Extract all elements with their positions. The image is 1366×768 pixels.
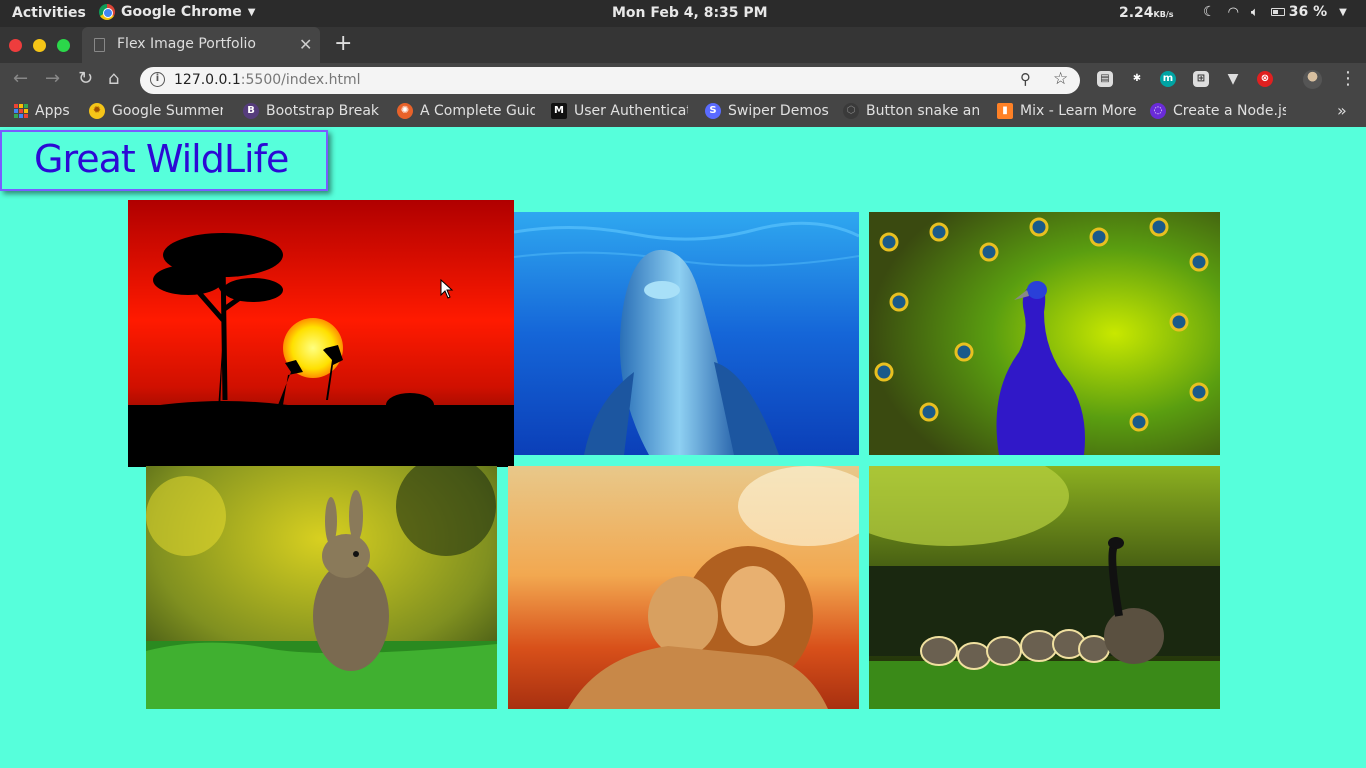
page-favicon-icon — [94, 38, 105, 52]
mouse-cursor-icon — [440, 279, 454, 299]
new-tab-button[interactable]: + — [334, 31, 352, 56]
address-url[interactable]: 127.0.0.1:5500/index.html — [174, 72, 361, 88]
bookmark-label: Button snake an — [866, 103, 979, 119]
system-tray[interactable]: ☾ ◠ 🔈︎ 36 % ▼ — [1203, 4, 1347, 20]
bookmark-create-node[interactable]: ◌ Create a Node.js — [1150, 103, 1286, 119]
night-light-icon: ☾ — [1203, 4, 1216, 20]
reload-button[interactable]: ↻ — [78, 68, 93, 89]
site-info-icon[interactable]: i — [150, 72, 165, 87]
wifi-icon: ◠ — [1227, 4, 1239, 20]
extension-icon-6[interactable]: ⊗ — [1257, 71, 1273, 87]
net-speed-value: 2.24 — [1119, 5, 1154, 21]
url-path: :5500/index.html — [240, 72, 361, 88]
extension-icon-1[interactable]: ▤ — [1097, 71, 1113, 87]
gallery-image-dolphin[interactable] — [514, 212, 859, 455]
bootstrap-icon: B — [243, 103, 259, 119]
bookmark-label: Mix - Learn More — [1020, 103, 1137, 119]
forward-button[interactable]: → — [45, 68, 60, 89]
window-maximize-button[interactable] — [57, 39, 70, 52]
battery-indicator: 36 % — [1270, 4, 1328, 20]
page-title: Great WildLife — [34, 137, 289, 181]
profile-avatar[interactable] — [1303, 70, 1322, 89]
bookmarks-overflow-icon[interactable]: » — [1337, 101, 1347, 120]
volume-icon: 🔈︎ — [1250, 4, 1259, 20]
home-button[interactable]: ⌂ — [108, 68, 119, 89]
page-title-box: Great WildLife — [0, 130, 328, 191]
bookmark-mix-learn-more[interactable]: ▮ Mix - Learn More — [997, 103, 1137, 119]
gallery-image-rabbit[interactable] — [146, 466, 497, 709]
node-icon: ◌ — [1150, 103, 1166, 119]
back-button[interactable]: ← — [13, 68, 28, 89]
extension-icon-5[interactable]: ▼ — [1225, 71, 1241, 87]
css-tricks-icon: ✺ — [397, 103, 413, 119]
bookmark-label: A Complete Guid — [420, 103, 535, 119]
power-menu-icon: ▼ — [1339, 6, 1347, 18]
tab-close-icon[interactable]: ✕ — [299, 35, 312, 54]
bookmarks-bar: Apps ✹ Google Summer B Bootstrap Break ✺… — [0, 97, 1366, 127]
clock[interactable]: Mon Feb 4, 8:35 PM — [612, 5, 768, 21]
window-minimize-button[interactable] — [33, 39, 46, 52]
tab-flex-image-portfolio[interactable]: Flex Image Portfolio ✕ — [82, 27, 320, 63]
window-close-button[interactable] — [9, 39, 22, 52]
caret-down-icon: ▼ — [247, 6, 256, 18]
extension-icon-3[interactable]: m — [1160, 71, 1176, 87]
swiper-icon: S — [705, 103, 721, 119]
bookmark-complete-guide[interactable]: ✺ A Complete Guid — [397, 103, 535, 119]
system-top-bar: Activities Google Chrome ▼ Mon Feb 4, 8:… — [0, 0, 1366, 27]
address-bar[interactable]: i 127.0.0.1:5500/index.html ⚲ ☆ — [140, 67, 1080, 94]
bookmark-label: User Authenticat — [574, 103, 688, 119]
network-speed: 2.24KB/s — [1119, 5, 1174, 21]
gallery-image-geese[interactable] — [869, 466, 1220, 709]
bookmark-user-auth[interactable]: M User Authenticat — [551, 103, 688, 119]
bookmark-google-summer[interactable]: ✹ Google Summer — [89, 103, 223, 119]
bookmark-label: Apps — [35, 103, 70, 119]
bookmark-label: Bootstrap Break — [266, 103, 379, 119]
gallery-image-savanna-sunset[interactable] — [128, 200, 514, 467]
bookmark-label: Google Summer — [112, 103, 223, 119]
bookmark-apps[interactable]: Apps — [14, 103, 84, 119]
url-host: 127.0.0.1 — [174, 72, 241, 88]
extension-icon-4[interactable]: ⊞ — [1193, 71, 1209, 87]
apps-grid-icon — [14, 104, 28, 118]
extension-icon-2[interactable]: ✱ — [1129, 71, 1145, 87]
sun-icon: ✹ — [89, 103, 105, 119]
chrome-menu-icon[interactable]: ⋮ — [1339, 68, 1357, 89]
net-speed-unit: KB/s — [1153, 10, 1174, 19]
battery-icon — [1270, 8, 1285, 16]
bookmark-button-snake[interactable]: ⬡ Button snake an — [843, 103, 979, 119]
battery-percent: 36 % — [1288, 4, 1328, 20]
bookmark-bootstrap[interactable]: B Bootstrap Break — [243, 103, 379, 119]
gallery-image-peacock[interactable] — [869, 212, 1220, 455]
mix-icon: ▮ — [997, 103, 1013, 119]
codepen-icon: ⬡ — [843, 103, 859, 119]
browser-toolbar: ← → ↻ ⌂ i 127.0.0.1:5500/index.html ⚲ ☆ … — [0, 63, 1366, 97]
app-name: Google Chrome — [121, 4, 242, 20]
chrome-icon — [99, 4, 115, 20]
page-content: Great WildLife — [0, 127, 1366, 768]
bookmark-label: Swiper Demos — [728, 103, 829, 119]
gallery-image-lions[interactable] — [508, 466, 859, 709]
bookmark-star-icon[interactable]: ☆ — [1053, 69, 1068, 89]
medium-icon: M — [551, 103, 567, 119]
app-menu[interactable]: Google Chrome ▼ — [99, 4, 255, 20]
tab-title: Flex Image Portfolio — [117, 36, 256, 52]
tab-strip: Flex Image Portfolio ✕ + — [0, 27, 1366, 63]
activities-button[interactable]: Activities — [12, 5, 86, 21]
zoom-icon[interactable]: ⚲ — [1020, 70, 1031, 88]
bookmark-label: Create a Node.js — [1173, 103, 1286, 119]
bookmark-swiper-demos[interactable]: S Swiper Demos — [705, 103, 830, 119]
